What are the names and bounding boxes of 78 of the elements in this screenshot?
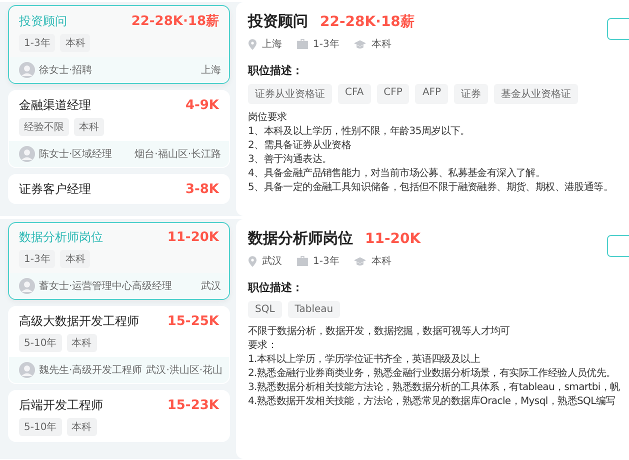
location: 烟台·福山区·长江路 bbox=[134, 148, 221, 161]
description-line: 2.熟悉金融行业券商类业务，熟悉金融行业数据分析场景，有实际工作经验人员优先。 bbox=[248, 367, 617, 381]
avatar-icon bbox=[19, 146, 35, 162]
description-line: 不限于数据分析，数据开发，数据挖掘，数据可视等人才均可 bbox=[248, 325, 511, 339]
avatar-icon bbox=[19, 62, 35, 78]
salary: 15-23K bbox=[167, 398, 219, 413]
tag: 本科 bbox=[74, 118, 104, 136]
job-title: 投资顾问 bbox=[19, 12, 67, 30]
briefcase-icon bbox=[297, 39, 308, 49]
skill-tag: 证券从业资格证 bbox=[248, 84, 332, 104]
section-heading: 职位描述： bbox=[248, 63, 304, 78]
salary: 11-20K bbox=[167, 230, 219, 245]
tag: 本科 bbox=[66, 334, 97, 352]
job-card[interactable]: 高级大数据开发工程师 15-25K 5-10年 本科 魏先生·高级开发工程师 武汉·洪山区·花山 bbox=[8, 306, 230, 384]
tag: 本科 bbox=[60, 34, 90, 52]
description-line: 岗位要求 bbox=[248, 111, 288, 125]
salary: 22-28K·18薪 bbox=[131, 13, 219, 30]
tag: 经验不限 bbox=[19, 118, 69, 136]
tag: 本科 bbox=[66, 418, 97, 436]
location: 上海 bbox=[262, 38, 282, 51]
skill-tag: AFP bbox=[415, 84, 448, 104]
graduation-cap-icon bbox=[354, 40, 366, 48]
job-title: 后端开发工程师 bbox=[19, 397, 103, 414]
description-line: 要求： bbox=[248, 339, 278, 353]
description-line: 5、具备一定的金融工具知识储备，包括但不限于融资融券、期货、期权、港股通等。 bbox=[248, 181, 614, 195]
avatar-icon bbox=[19, 278, 35, 294]
location-pin-icon bbox=[248, 38, 257, 50]
job-title: 金融渠道经理 bbox=[19, 97, 91, 114]
job-title: 投资顾问 bbox=[248, 12, 308, 31]
salary: 4-9K bbox=[185, 98, 219, 113]
job-title: 数据分析师岗位 bbox=[248, 229, 353, 248]
job-card[interactable]: 金融渠道经理 4-9K 经验不限 本科 陈女士·区域经理 烟台·福山区·长江路 bbox=[8, 90, 230, 168]
skill-tag: Tableau bbox=[288, 301, 340, 318]
description-line: 2、需具备证券从业资格 bbox=[248, 139, 352, 153]
avatar-icon bbox=[19, 362, 35, 378]
education: 本科 bbox=[371, 38, 392, 51]
job-card[interactable]: 投资顾问 22-28K·18薪 1-3年 本科 徐女士·招聘 上海 bbox=[8, 5, 230, 84]
tag: 5-10年 bbox=[19, 418, 62, 436]
education: 本科 bbox=[371, 254, 392, 268]
skill-tag: CFP bbox=[376, 84, 410, 104]
section-heading: 职位描述： bbox=[248, 280, 304, 295]
job-title: 证券客户经理 bbox=[19, 181, 91, 198]
briefcase-icon bbox=[297, 256, 308, 266]
recruiter-name: 陈女士·区域经理 bbox=[39, 148, 112, 161]
location: 武汉 bbox=[201, 280, 221, 293]
experience: 1-3年 bbox=[313, 38, 340, 51]
job-title: 数据分析师岗位 bbox=[19, 229, 103, 246]
description-line: 3.熟悉数据分析相关技能方法论，熟悉数据分析的工具体系，有tableau，smartbi，帆 bbox=[248, 381, 621, 395]
description-line: 3、善于沟通表达。 bbox=[248, 153, 333, 167]
job-card[interactable]: 证券客户经理 3-8K bbox=[8, 174, 230, 204]
description-line: 1.本科以上学历，学历学位证书齐全，英语四级及以上 bbox=[248, 353, 482, 367]
job-card[interactable]: 后端开发工程师 15-23K 5-10年 本科 bbox=[8, 390, 230, 442]
tag: 本科 bbox=[60, 250, 90, 268]
tag: 1-3年 bbox=[19, 250, 56, 268]
location: 武汉 bbox=[262, 254, 282, 268]
job-card[interactable]: 数据分析师岗位 11-20K 1-3年 本科 蓄女士·运营管理中心高级经理 武汉 bbox=[8, 222, 230, 300]
location-pin-icon bbox=[248, 256, 257, 266]
recruiter-name: 徐女士·招聘 bbox=[39, 64, 92, 77]
job-title: 高级大数据开发工程师 bbox=[19, 313, 139, 330]
description-line: 1、本科及以上学历，性别不限，年龄35周岁以下。 bbox=[248, 125, 471, 139]
salary: 15-25K bbox=[167, 314, 219, 329]
description-line: 4、具备金融产品销售能力，对当前市场公募、私募基金有深入了解。 bbox=[248, 167, 546, 181]
description-line: 4.熟悉数据开发相关技能，方法论，熟悉常见的数据库Oracle，Mysql，熟悉SQL编写 bbox=[248, 395, 616, 409]
tag: 5-10年 bbox=[19, 334, 62, 352]
location: 上海 bbox=[201, 64, 221, 77]
salary: 3-8K bbox=[185, 182, 219, 197]
salary: 22-28K·18薪 bbox=[320, 13, 414, 31]
recruiter-name: 魏先生·高级开发工程师 bbox=[39, 364, 142, 377]
skill-tag: 基金从业资格证 bbox=[494, 84, 578, 104]
tag: 1-3年 bbox=[19, 34, 56, 52]
location: 武汉·洪山区·花山 bbox=[146, 364, 223, 377]
skill-tag: 证券 bbox=[454, 84, 488, 104]
skill-tag: SQL bbox=[248, 301, 282, 318]
recruiter-name: 蓄女士·运营管理中心高级经理 bbox=[39, 280, 172, 293]
skill-tag: CFA bbox=[338, 84, 371, 104]
graduation-cap-icon bbox=[354, 256, 366, 266]
salary: 11-20K bbox=[365, 231, 421, 247]
experience: 1-3年 bbox=[313, 255, 340, 268]
